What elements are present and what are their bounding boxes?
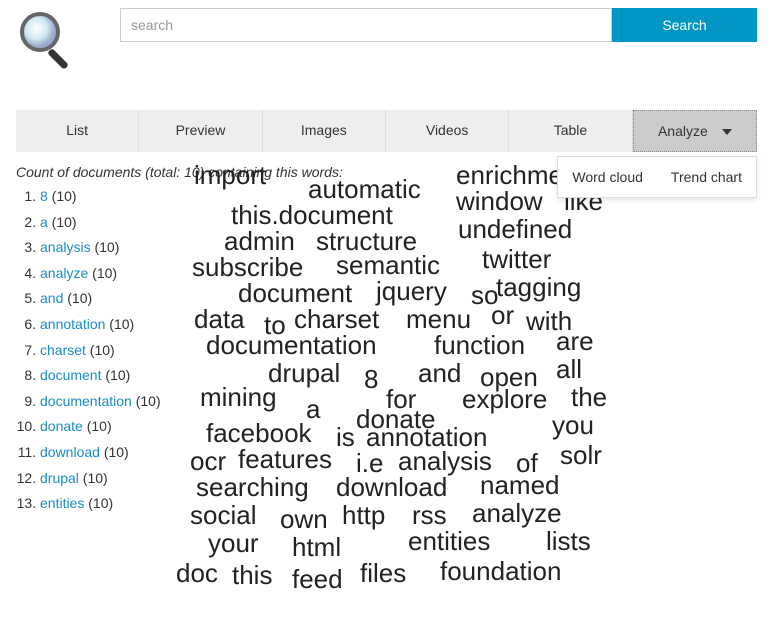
- list-item: document (10): [40, 363, 176, 389]
- dropdown-trend-chart[interactable]: Trend chart: [657, 165, 756, 189]
- word-link[interactable]: a: [40, 214, 48, 230]
- cloud-word[interactable]: solr: [560, 440, 602, 471]
- word-count: (10): [91, 239, 120, 255]
- cloud-word[interactable]: is: [336, 422, 355, 453]
- list-item: documentation (10): [40, 389, 176, 415]
- word-link[interactable]: document: [40, 367, 101, 383]
- cloud-word[interactable]: named: [480, 470, 560, 501]
- cloud-word[interactable]: drupal: [268, 358, 340, 389]
- tab-preview[interactable]: Preview: [139, 110, 262, 152]
- cloud-word[interactable]: tagging: [496, 272, 581, 303]
- cloud-word[interactable]: files: [360, 558, 406, 589]
- list-item: donate (10): [40, 414, 176, 440]
- word-count: (10): [63, 290, 92, 306]
- cloud-word[interactable]: undefined: [458, 214, 572, 245]
- cloud-word[interactable]: features: [238, 444, 332, 475]
- word-link[interactable]: and: [40, 290, 63, 306]
- tab-videos[interactable]: Videos: [386, 110, 509, 152]
- magnifier-logo: [16, 8, 80, 72]
- tab-analyze[interactable]: Analyze: [633, 110, 757, 152]
- word-count: (10): [100, 444, 129, 460]
- word-link[interactable]: drupal: [40, 470, 79, 486]
- word-count: (10): [84, 495, 113, 511]
- cloud-word[interactable]: jquery: [376, 276, 447, 307]
- word-count: (10): [101, 367, 130, 383]
- cloud-word[interactable]: explore: [462, 384, 547, 415]
- list-item: analyze (10): [40, 261, 176, 287]
- list-item: charset (10): [40, 338, 176, 364]
- list-item: download (10): [40, 440, 176, 466]
- cloud-word[interactable]: foundation: [440, 556, 561, 587]
- word-list: 8 (10)a (10)analysis (10)analyze (10)and…: [16, 184, 176, 517]
- cloud-word[interactable]: twitter: [482, 244, 551, 275]
- word-count: (10): [132, 393, 161, 409]
- word-count: (10): [105, 316, 134, 332]
- cloud-word[interactable]: you: [552, 410, 594, 441]
- cloud-word[interactable]: window: [456, 186, 543, 217]
- word-link[interactable]: annotation: [40, 316, 105, 332]
- cloud-word[interactable]: this: [232, 560, 272, 591]
- cloud-word[interactable]: http: [342, 500, 385, 531]
- tab-images[interactable]: Images: [263, 110, 386, 152]
- list-item: and (10): [40, 286, 176, 312]
- cloud-word[interactable]: doc: [176, 558, 218, 589]
- list-item: annotation (10): [40, 312, 176, 338]
- cloud-word[interactable]: feed: [292, 564, 343, 595]
- search-input[interactable]: [120, 8, 612, 42]
- word-count: (10): [88, 265, 117, 281]
- list-item: 8 (10): [40, 184, 176, 210]
- cloud-word[interactable]: are: [556, 326, 594, 357]
- dropdown-word-cloud[interactable]: Word cloud: [558, 165, 657, 189]
- tabs: List Preview Images Videos Table Analyze: [16, 110, 757, 152]
- count-title: Count of documents (total: 10) containin…: [16, 164, 176, 180]
- word-link[interactable]: 8: [40, 188, 48, 204]
- cloud-word[interactable]: import: [194, 160, 266, 191]
- word-count: (10): [48, 188, 77, 204]
- word-link[interactable]: download: [40, 444, 100, 460]
- list-item: a (10): [40, 210, 176, 236]
- cloud-word[interactable]: lists: [546, 526, 591, 557]
- word-link[interactable]: charset: [40, 342, 86, 358]
- cloud-word[interactable]: download: [336, 472, 447, 503]
- cloud-word[interactable]: the: [571, 382, 607, 413]
- analyze-dropdown: Word cloud Trend chart: [557, 156, 757, 198]
- list-item: entities (10): [40, 491, 176, 517]
- word-count: (10): [48, 214, 77, 230]
- word-count: (10): [86, 342, 115, 358]
- list-item: drupal (10): [40, 466, 176, 492]
- cloud-word[interactable]: searching: [196, 472, 309, 503]
- cloud-word[interactable]: or: [491, 300, 514, 331]
- cloud-word[interactable]: entities: [408, 526, 490, 557]
- cloud-word[interactable]: mining: [200, 382, 277, 413]
- word-link[interactable]: donate: [40, 418, 83, 434]
- word-link[interactable]: analysis: [40, 239, 91, 255]
- tab-list[interactable]: List: [16, 110, 139, 152]
- cloud-word[interactable]: all: [556, 354, 582, 385]
- cloud-word[interactable]: own: [280, 504, 328, 535]
- cloud-word[interactable]: your: [208, 528, 259, 559]
- word-cloud: importautomaticenrichmentthis.documentwi…: [176, 160, 757, 600]
- cloud-word[interactable]: html: [292, 532, 341, 563]
- cloud-word[interactable]: analyze: [472, 498, 562, 529]
- word-count: (10): [83, 418, 112, 434]
- cloud-word[interactable]: documentation: [206, 330, 377, 361]
- cloud-word[interactable]: social: [190, 500, 256, 531]
- word-link[interactable]: entities: [40, 495, 84, 511]
- chevron-down-icon: [722, 129, 732, 135]
- search-button[interactable]: Search: [612, 8, 757, 42]
- cloud-word[interactable]: and: [418, 358, 461, 389]
- word-link[interactable]: analyze: [40, 265, 88, 281]
- cloud-word[interactable]: 8: [364, 364, 378, 395]
- tab-table[interactable]: Table: [509, 110, 632, 152]
- word-link[interactable]: documentation: [40, 393, 132, 409]
- list-item: analysis (10): [40, 235, 176, 261]
- word-count: (10): [79, 470, 108, 486]
- cloud-word[interactable]: function: [434, 330, 525, 361]
